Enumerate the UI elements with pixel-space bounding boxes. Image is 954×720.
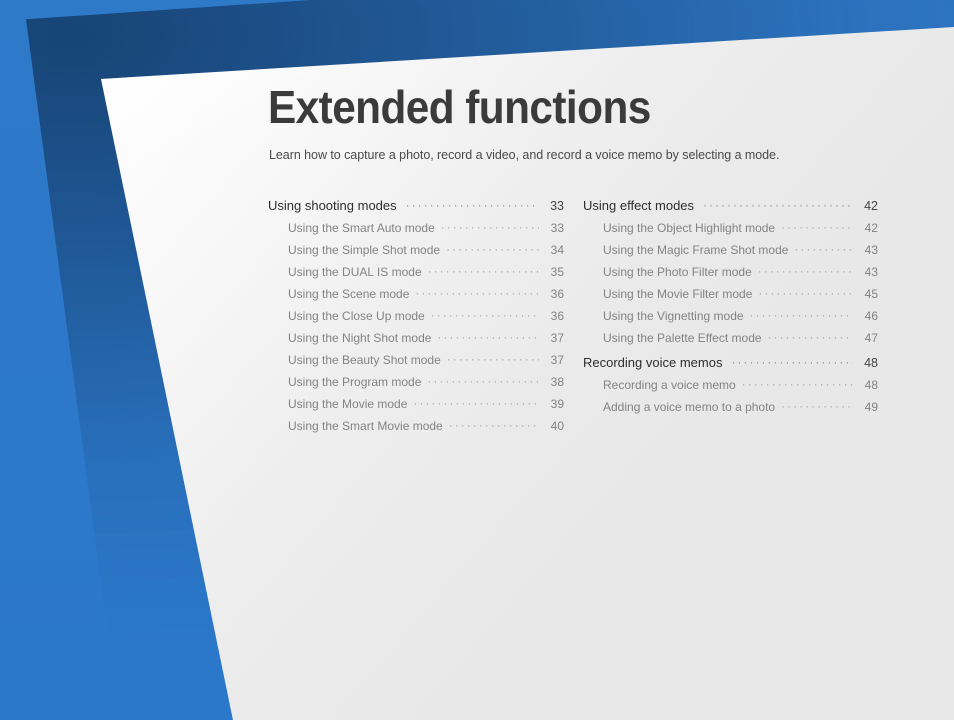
toc-page-number: 48 <box>864 356 878 370</box>
toc-leader-dots: ········································… <box>405 198 539 212</box>
toc-entry-label: Using the Movie mode <box>288 397 408 411</box>
page-content: Extended functions Learn how to capture … <box>0 0 954 720</box>
toc-page-number: 36 <box>550 309 564 323</box>
toc-leader-dots: ········································… <box>703 198 853 212</box>
toc-entry-row[interactable]: Using the Photo Filter mode ·············… <box>583 264 878 287</box>
toc-leader-dots: ········································… <box>427 374 539 388</box>
toc-page-number: 42 <box>864 199 878 213</box>
toc-entry-label: Using the DUAL IS mode <box>288 265 422 279</box>
toc-right-column: Using effect modes ······················… <box>583 198 878 422</box>
toc-leader-dots: ········································… <box>427 264 539 278</box>
toc-entry-label: Using the Smart Movie mode <box>288 419 443 433</box>
toc-entry-label: Recording a voice memo <box>603 378 736 392</box>
toc-page-number: 39 <box>550 397 564 411</box>
toc-entry-label: Using the Palette Effect mode <box>603 331 762 345</box>
toc-left-column: Using shooting modes ····················… <box>268 198 564 441</box>
toc-leader-dots: ········································… <box>446 352 539 366</box>
toc-entry-row[interactable]: Using the Palette Effect mode ···········… <box>583 330 878 353</box>
toc-page-number: 36 <box>550 287 564 301</box>
toc-entry-label: Using effect modes <box>583 198 695 213</box>
page-title: Extended functions <box>268 81 651 133</box>
toc-entry-row[interactable]: Using the Simple Shot mode ··············… <box>268 242 564 265</box>
toc-entry-label: Using the Smart Auto mode <box>288 221 435 235</box>
toc-entry-row[interactable]: Using the Movie Filter mode ·············… <box>583 286 878 309</box>
toc-entry-row[interactable]: Using the Close Up mode ·················… <box>268 308 564 331</box>
toc-entry-label: Using the Object Highlight mode <box>603 221 776 235</box>
toc-leader-dots: ········································… <box>781 220 853 234</box>
toc-page-number: 37 <box>550 353 564 367</box>
toc-page-number: 43 <box>864 243 878 257</box>
toc-leader-dots: ········································… <box>437 330 539 344</box>
toc-page-number: 34 <box>550 243 564 257</box>
toc-page-number: 45 <box>864 287 878 301</box>
toc-entry-row[interactable]: Using the Vignetting mode ···············… <box>583 308 878 331</box>
toc-entry-row[interactable]: Using the DUAL IS mode ··················… <box>268 264 564 287</box>
toc-entry-row[interactable]: Using the Beauty Shot mode ··············… <box>268 352 564 375</box>
toc-entry-row[interactable]: Using the Object Highlight mode ·········… <box>583 220 878 243</box>
toc-entry-row[interactable]: Recording a voice memo ··················… <box>583 377 878 400</box>
toc-section-row[interactable]: Using effect modes ······················… <box>583 198 878 221</box>
toc-page-number: 46 <box>864 309 878 323</box>
toc-leader-dots: ········································… <box>749 308 853 322</box>
toc-section-row[interactable]: Recording voice memos ···················… <box>583 355 878 378</box>
toc-leader-dots: ········································… <box>440 220 539 234</box>
toc-leader-dots: ········································… <box>731 355 853 369</box>
toc-entry-label: Using the Magic Frame Shot mode <box>603 243 789 257</box>
toc-entry-label: Using the Vignetting mode <box>603 309 744 323</box>
toc-entry-label: Using the Program mode <box>288 375 422 389</box>
toc-leader-dots: ········································… <box>448 418 539 432</box>
toc-page-number: 40 <box>550 419 564 433</box>
toc-entry-label: Using the Simple Shot mode <box>288 243 441 257</box>
toc-page-number: 33 <box>550 199 564 213</box>
toc-leader-dots: ········································… <box>413 396 539 410</box>
toc-entry-row[interactable]: Using the Scene mode ····················… <box>268 286 564 309</box>
toc-entry-row[interactable]: Using the Program mode ··················… <box>268 374 564 397</box>
toc-leader-dots: ········································… <box>781 399 853 413</box>
page-subtitle: Learn how to capture a photo, record a v… <box>269 148 780 162</box>
toc-page-number: 48 <box>864 378 878 392</box>
toc-page-number: 38 <box>550 375 564 389</box>
toc-entry-label: Adding a voice memo to a photo <box>603 400 776 414</box>
toc-leader-dots: ········································… <box>446 242 539 256</box>
toc-page-number: 49 <box>864 400 878 414</box>
toc-entry-label: Using the Movie Filter mode <box>603 287 753 301</box>
toc-entry-row[interactable]: Using the Smart Auto mode ···············… <box>268 220 564 243</box>
toc-entry-label: Using the Beauty Shot mode <box>288 353 441 367</box>
toc-section-row[interactable]: Using shooting modes ····················… <box>268 198 564 221</box>
toc-leader-dots: ········································… <box>741 377 853 391</box>
toc-entry-row[interactable]: Using the Smart Movie mode ··············… <box>268 418 564 441</box>
toc-entry-label: Using shooting modes <box>268 198 397 213</box>
toc-page-number: 33 <box>550 221 564 235</box>
toc-page-number: 35 <box>550 265 564 279</box>
toc-entry-row[interactable]: Using the Magic Frame Shot mode ·········… <box>583 242 878 265</box>
toc-leader-dots: ········································… <box>415 286 539 300</box>
toc-leader-dots: ········································… <box>758 286 853 300</box>
toc-entry-label: Using the Close Up mode <box>288 309 425 323</box>
toc-page-number: 43 <box>864 265 878 279</box>
toc-page-number: 47 <box>864 331 878 345</box>
toc-leader-dots: ········································… <box>767 330 853 344</box>
toc-entry-label: Using the Scene mode <box>288 287 410 301</box>
toc-entry-label: Recording voice memos <box>583 355 723 370</box>
toc-entry-row[interactable]: Using the Movie mode ····················… <box>268 396 564 419</box>
toc-leader-dots: ········································… <box>794 242 853 256</box>
toc-leader-dots: ········································… <box>757 264 853 278</box>
screen: Extended functions Learn how to capture … <box>0 0 954 720</box>
toc-entry-label: Using the Night Shot mode <box>288 331 432 345</box>
toc-leader-dots: ········································… <box>430 308 539 322</box>
toc-entry-row[interactable]: Adding a voice memo to a photo ··········… <box>583 399 878 422</box>
toc-page-number: 37 <box>550 331 564 345</box>
toc-entry-label: Using the Photo Filter mode <box>603 265 752 279</box>
toc-entry-row[interactable]: Using the Night Shot mode ···············… <box>268 330 564 353</box>
toc-page-number: 42 <box>864 221 878 235</box>
